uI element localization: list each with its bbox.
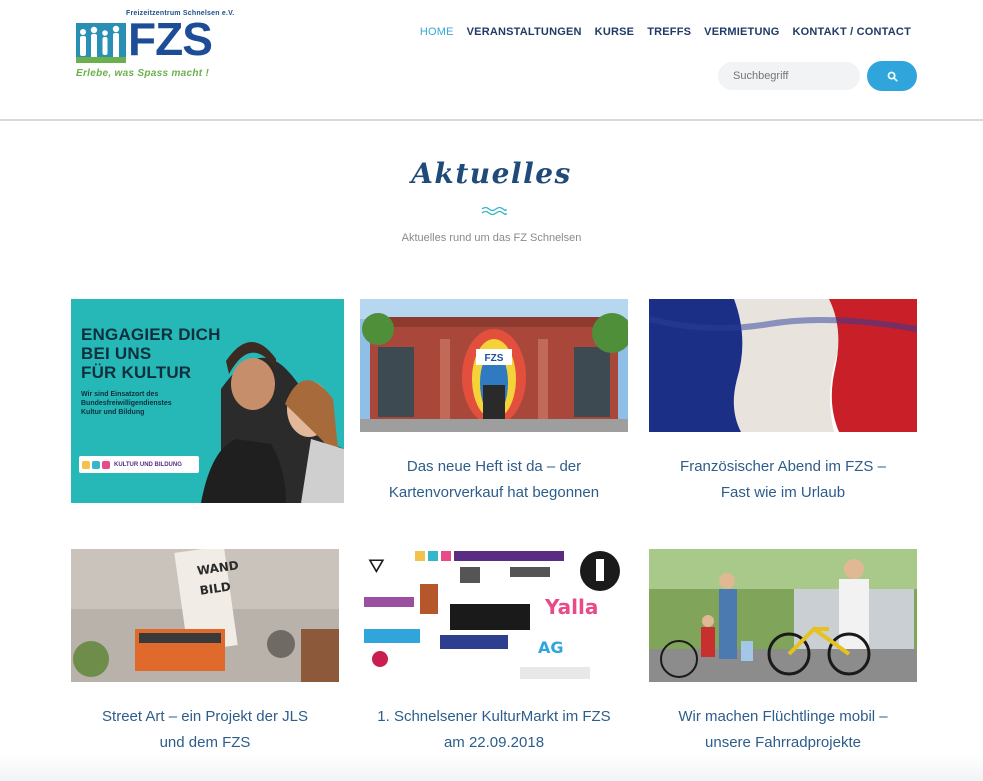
post-title[interactable]: Street Art – ein Projekt der JLS und dem… <box>71 704 339 756</box>
kultur-bildung-badge: KULTUR UND BILDUNG <box>79 456 199 473</box>
post-image-building[interactable]: FZS <box>360 299 628 432</box>
post-card[interactable]: Französischer Abend im FZS – Fast wie im… <box>649 299 917 506</box>
svg-text:⛛: ⛛ <box>368 554 385 578</box>
post-card[interactable]: FZS Das neue Heft ist da – der Kartenvor… <box>360 299 628 506</box>
post-title[interactable]: Das neue Heft ist da – der Kartenvorverk… <box>360 454 628 506</box>
search-input[interactable] <box>718 62 860 90</box>
nav-vermietung[interactable]: VERMIETUNG <box>704 26 779 38</box>
feature-banner-kultur[interactable]: ENGAGIER DICH BEI UNS FÜR KULTUR Wir sin… <box>71 299 344 503</box>
nav-kontakt[interactable]: KONTAKT / CONTACT <box>793 26 911 38</box>
section-title: Aktuelles <box>411 157 572 190</box>
svg-text:AG: AG <box>538 638 564 657</box>
site-logo[interactable]: Freizeitzentrum Schnelsen e.V. FZS Erleb… <box>74 10 234 82</box>
wave-divider-icon <box>481 206 507 216</box>
main-nav: HOME VERANSTALTUNGEN KURSE TREFFS VERMIE… <box>420 26 911 38</box>
nav-treffs[interactable]: TREFFS <box>647 26 691 38</box>
feature-subtext: Wir sind Einsatzort des Bundesfreiwillig… <box>81 391 172 416</box>
post-title[interactable]: Französischer Abend im FZS – Fast wie im… <box>649 454 917 506</box>
post-card[interactable]: WAND BILD Street Art – ein Projekt der J… <box>71 549 339 756</box>
feature-heading: ENGAGIER DICH BEI UNS FÜR KULTUR <box>81 325 221 382</box>
post-title[interactable]: 1. Schnelsener KulturMarkt im FZS am 22.… <box>360 704 628 756</box>
nav-kurse[interactable]: KURSE <box>595 26 635 38</box>
post-image-bicycles[interactable] <box>649 549 917 682</box>
search-form <box>718 61 918 91</box>
section-subtitle: Aktuelles rund um das FZ Schnelsen <box>401 232 582 244</box>
post-card[interactable]: Wir machen Flüchtlinge mobil – unsere Fa… <box>649 549 917 756</box>
post-image-partner-logos[interactable]: ⛛ Yalla AG <box>360 549 628 682</box>
logo-slogan: Erlebe, was Spass macht ! <box>76 68 210 79</box>
nav-veranstaltungen[interactable]: VERANSTALTUNGEN <box>467 26 582 38</box>
nav-home[interactable]: HOME <box>420 26 454 38</box>
search-button[interactable] <box>867 61 917 91</box>
svg-text:FZS: FZS <box>485 353 504 364</box>
post-title[interactable]: Wir machen Flüchtlinge mobil – unsere Fa… <box>649 704 917 756</box>
search-icon <box>887 71 898 82</box>
people-silhouettes-icon <box>76 23 126 63</box>
bottom-fade-overlay <box>0 755 983 781</box>
post-image-street-art[interactable]: WAND BILD <box>71 549 339 682</box>
post-image-french-flag[interactable] <box>649 299 917 432</box>
post-card[interactable]: ⛛ Yalla AG 1. Schnelsener KulturMarkt im… <box>360 549 628 756</box>
svg-text:Yalla: Yalla <box>544 595 598 619</box>
site-header: Freizeitzentrum Schnelsen e.V. FZS Erleb… <box>0 0 983 121</box>
logo-wordmark: FZS <box>128 13 213 65</box>
